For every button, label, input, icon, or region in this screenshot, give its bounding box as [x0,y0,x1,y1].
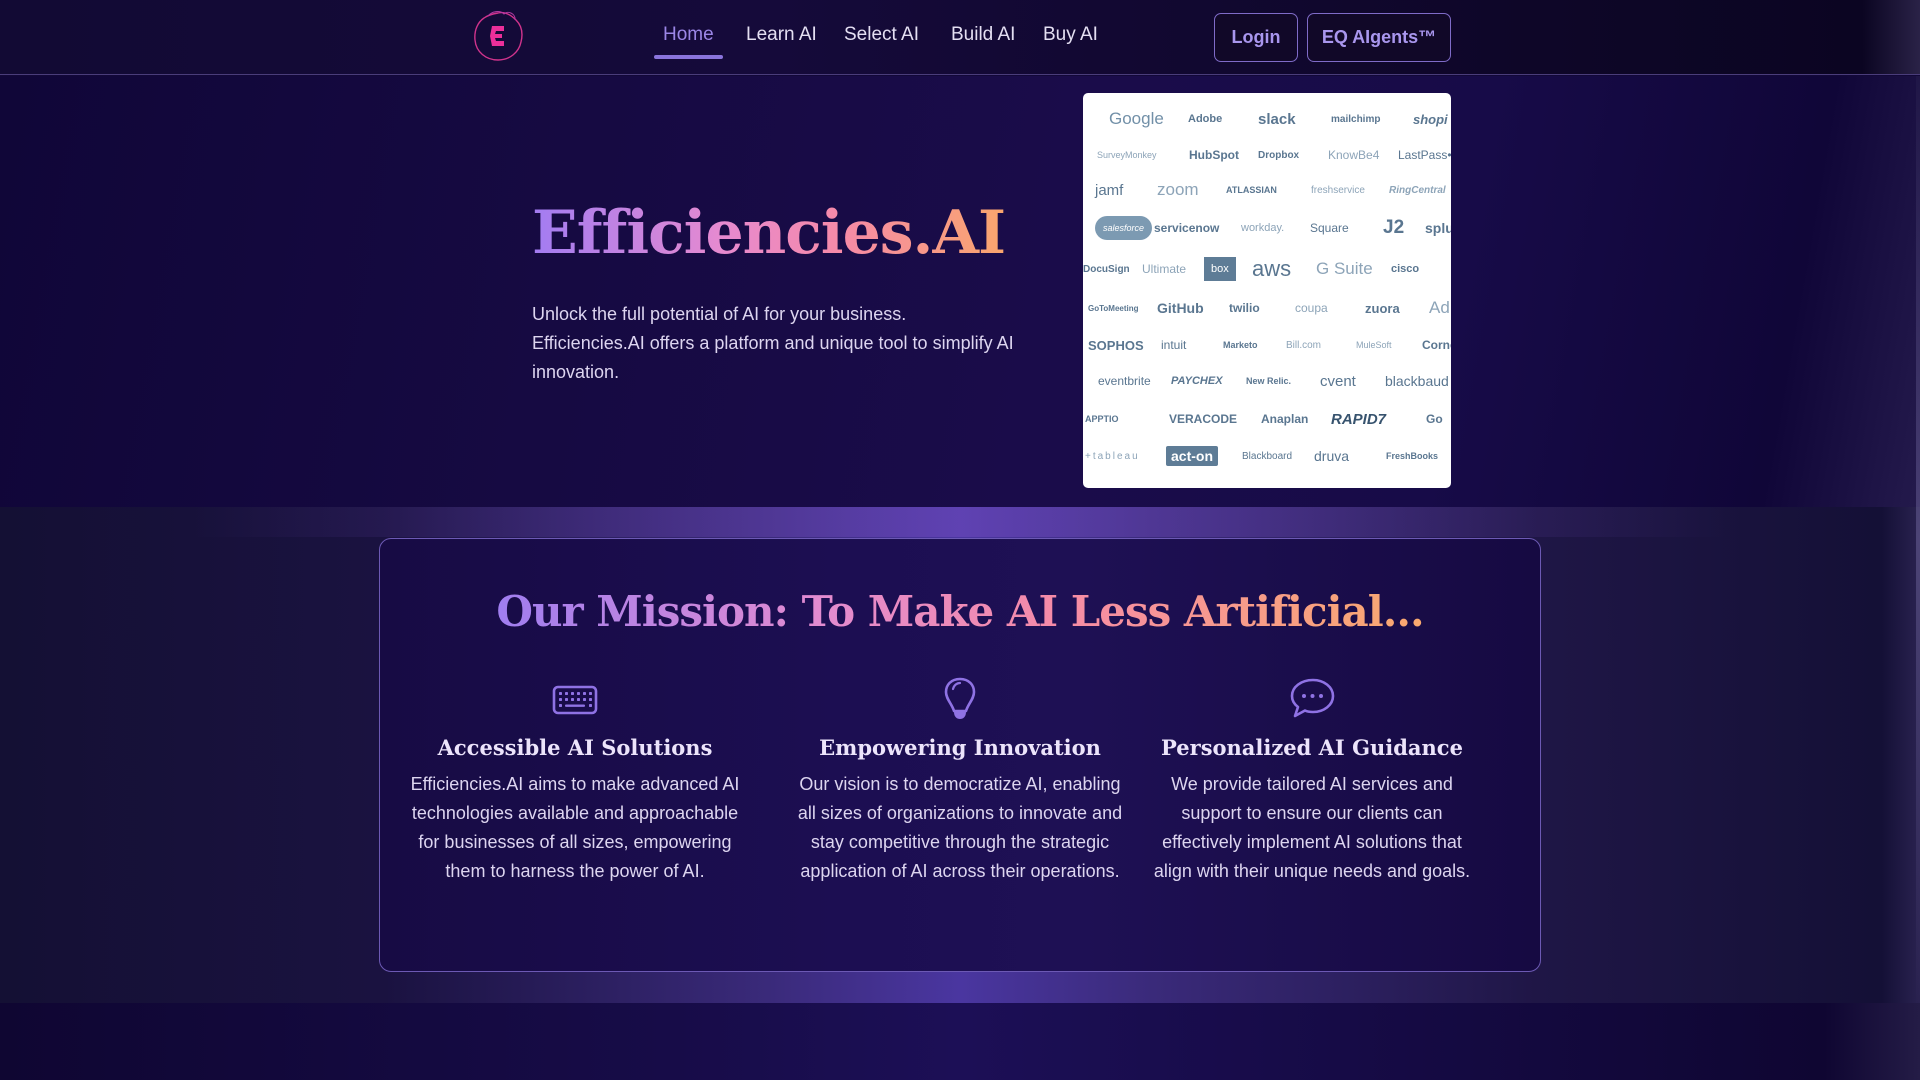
partner-logo: mailchimp [1331,113,1381,125]
partner-logo: jamf [1095,181,1124,199]
partner-logo: HubSpot [1189,148,1239,162]
hero-description: Unlock the full potential of AI for your… [532,304,1014,382]
mission-column-accessible: Accessible AI Solutions Efficiencies.AI … [410,675,740,886]
column-text: We provide tailored AI services and supp… [1153,774,1471,881]
partner-logo: zuora [1365,300,1400,316]
partner-logo: intuit [1161,338,1187,352]
logo-row: jamf zoom ATLASSIAN freshservice RingCen… [1083,175,1451,205]
partner-logo: RingCentral [1389,184,1446,196]
hero-section: Efficiencies.AI Unlock the full potentia… [0,76,1920,507]
column-text: Efficiencies.AI aims to make advanced AI… [410,774,740,881]
partner-logo: Google [1109,109,1164,128]
partner-logo: aws [1252,256,1292,281]
column-title: Accessible AI Solutions [437,735,713,760]
partner-logo: eventbrite [1098,374,1151,388]
partner-logo: blackbaud [1385,373,1449,389]
logo-icon [474,11,523,61]
partner-logo: DocuSign [1083,263,1130,275]
partner-logo: zoom [1157,180,1199,199]
chat-bubble-icon [1290,678,1335,718]
nav-build-ai[interactable]: Build AI [951,24,1015,46]
partner-logo: cisco [1391,263,1420,275]
partner-logo: Marketo [1223,340,1258,350]
column-title: Personalized AI Guidance [1161,735,1463,760]
logo-row: eventbrite PAYCHEX New Relic. cvent blac… [1083,366,1451,396]
partner-logo: salesforce [1095,216,1153,240]
partner-logo: PAYCHEX [1171,375,1223,387]
partner-logo: coupa [1295,301,1328,315]
mission-column-guidance: Personalized AI Guidance We provide tail… [1147,675,1477,886]
hero-title: Efficiencies.AI [532,198,1006,268]
partner-logo: Square [1310,221,1349,235]
partner-logo: New Relic. [1246,376,1292,386]
eq-aigents-button[interactable]: EQ AIgents™ [1307,13,1451,62]
partner-logo: MuleSoft [1356,340,1392,350]
mission-title: Our Mission: To Make AI Less Artificial.… [380,587,1540,636]
partner-logo: Bill.com [1286,339,1322,351]
partner-logo: Ad [1429,298,1450,317]
site-header: Home Learn AI Select AI Build AI Buy AI … [0,0,1920,75]
logo-row: APPTIO VERACODE Anaplan RAPID7 Go [1083,404,1451,434]
band-glow [0,507,1920,537]
partner-logo: twilio [1229,301,1260,315]
logo-row: SurveyMonkey HubSpot Dropbox KnowBe4 Las… [1083,140,1451,170]
partner-logo: J2 [1383,217,1405,238]
partner-logo: splu [1425,220,1451,236]
partner-logo: VERACODE [1169,412,1238,426]
partner-logo: box [1204,257,1236,281]
partner-logo: act-on [1166,446,1218,466]
nav-buy-ai[interactable]: Buy AI [1043,24,1098,46]
partner-logo: KnowBe4 [1328,148,1380,162]
partner-logo: servicenow [1154,221,1220,235]
partner-logo: SOPHOS [1088,337,1144,353]
partner-logo: Ultimate [1142,262,1187,276]
page-edge [1916,76,1920,1003]
partner-logo: cvent [1320,372,1356,390]
partner-logo: RAPID7 [1331,410,1387,428]
partner-logo: shopi [1413,111,1448,127]
partner-logo: GitHub [1157,300,1204,316]
partner-logo: druva [1314,448,1350,464]
partner-logo-wall: Google Adobe slack mailchimp shopi Surve… [1083,93,1451,488]
partner-logo: slack [1258,110,1296,128]
mission-column-innovation: Empowering Innovation Our vision is to d… [795,675,1125,886]
column-title: Empowering Innovation [819,735,1101,760]
mission-card: Our Mission: To Make AI Less Artificial.… [379,538,1541,972]
partner-logo: Anaplan [1261,412,1309,426]
partner-logo: Go [1426,412,1443,426]
nav-home[interactable]: Home [663,24,714,46]
mission-section: Our Mission: To Make AI Less Artificial.… [0,507,1920,1003]
partner-logo: G Suite [1316,259,1373,278]
logo-row: +tableau act-on Blackboard druva FreshBo… [1083,441,1451,471]
partner-logo: Corne [1422,338,1451,352]
logo-row: Google Adobe slack mailchimp shopi [1083,104,1451,134]
logo-row: salesforce servicenow workday. Square J2… [1083,213,1451,243]
active-nav-indicator [654,55,723,59]
partner-logo: Dropbox [1258,149,1300,161]
nav-select-ai[interactable]: Select AI [844,24,919,46]
partner-logo: GoToMeeting [1088,303,1139,313]
logo-row: GoToMeeting GitHub twilio coupa zuora Ad [1083,293,1451,323]
partner-logo: freshservice [1311,184,1365,196]
lightbulb-icon [944,677,976,719]
partner-logo: Blackboard [1242,450,1293,462]
login-button[interactable]: Login [1214,13,1298,62]
column-text: Our vision is to democratize AI, enablin… [797,774,1123,881]
efficiencies-logo[interactable] [470,8,526,64]
nav-learn-ai[interactable]: Learn AI [746,24,817,46]
logo-row: DocuSign Ultimate box aws G Suite cisco [1083,254,1451,284]
partner-logo: ATLASSIAN [1226,185,1277,195]
partner-logo: SurveyMonkey [1097,150,1157,160]
partner-logo: +tableau [1085,450,1140,462]
partner-logo: workday. [1241,222,1285,234]
partner-logo: FreshBooks [1386,451,1439,461]
next-section [0,1003,1920,1080]
partner-logo: APPTIO [1085,414,1119,424]
keyboard-icon [552,685,598,715]
logo-row: SOPHOS intuit Marketo Bill.com MuleSoft … [1083,330,1451,360]
partner-logo: Adobe [1188,113,1223,125]
mission-title-text: Our Mission: To Make AI Less Artificial.… [496,587,1424,636]
partner-logo: LastPass••• [1398,148,1451,162]
